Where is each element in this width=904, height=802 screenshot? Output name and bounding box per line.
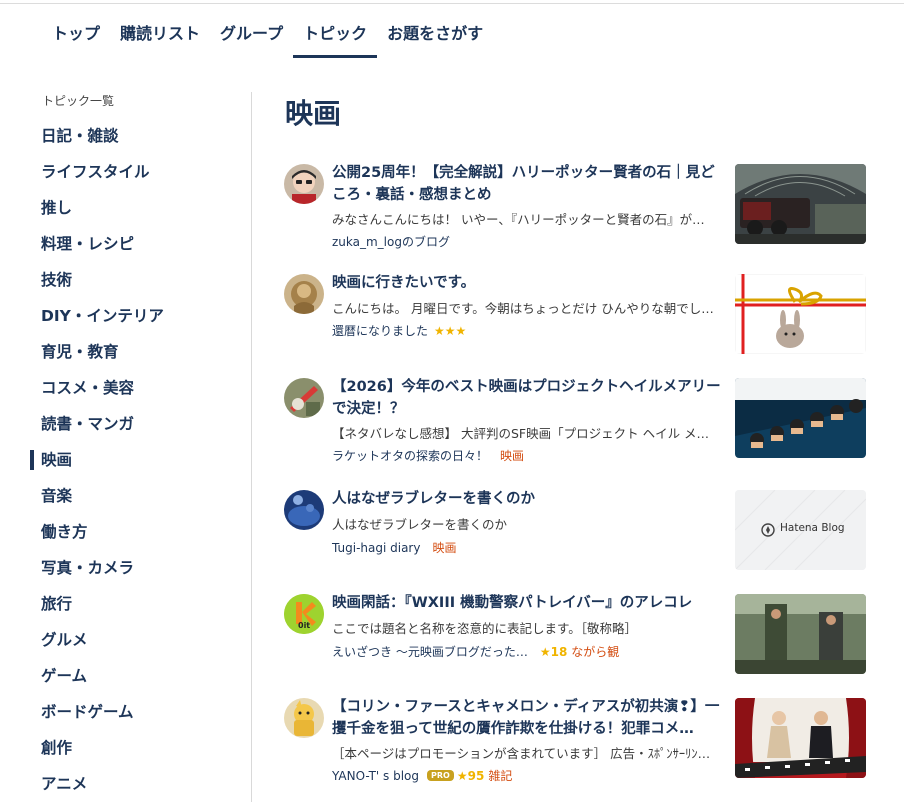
blog-name[interactable]: Tugi-hagi diary	[332, 541, 420, 555]
sidebar-item-beauty[interactable]: コスメ・美容	[30, 370, 230, 406]
avatar[interactable]	[284, 698, 324, 738]
article-title[interactable]: 【2026】今年のベスト映画はプロジェクトヘイルメアリーで決定！？	[332, 376, 728, 420]
article-title[interactable]: 人はなぜラブレターを書くのか	[332, 488, 728, 510]
article-item: 公開25周年！【完全解説】ハリーポッター賢者の石｜見どころ・裏話・感想まとめ み…	[284, 162, 866, 249]
sidebar-item-boardgames[interactable]: ボードゲーム	[30, 694, 230, 730]
article-item: 【2026】今年のベスト映画はプロジェクトヘイルメアリーで決定！？ 【ネタバレな…	[284, 376, 866, 463]
column-divider	[251, 92, 252, 802]
noshi-rabbit-image	[735, 274, 866, 354]
article-item: 【コリン・ファースとキャメロン・ディアスが初共演❢】一攫千金を狙って世紀の贋作詐…	[284, 696, 866, 783]
sidebar-item-games[interactable]: ゲーム	[30, 658, 230, 694]
article-item: 0it 映画閑話：『WXIII 機動警察パトレイバー』のアレコレ ここでは題名と…	[284, 594, 866, 676]
sidebar-item-work[interactable]: 働き方	[30, 514, 230, 550]
top-nav: トップ 購読リスト グループ トピック お題をさがす	[42, 14, 493, 60]
sidebar-item-books[interactable]: 読書・マンガ	[30, 406, 230, 442]
sidebar-item-cooking[interactable]: 料理・レシピ	[30, 226, 230, 262]
pro-badge: PRO	[427, 770, 454, 781]
tab-groups[interactable]: グループ	[210, 14, 293, 60]
train-station-image	[735, 164, 866, 244]
topic-list: 日記・雑談 ライフスタイル 推し 料理・レシピ 技術 DIY・インテリア 育児・…	[30, 118, 230, 802]
article-meta: ラケットオタの探索の日々！ 映画	[332, 447, 732, 464]
avatar-image	[284, 274, 324, 314]
article-title[interactable]: 映画閑話：『WXIII 機動警察パトレイバー』のアレコレ	[332, 592, 728, 614]
avatar-image	[284, 378, 324, 418]
tab-subscriptions[interactable]: 購読リスト	[110, 14, 210, 60]
sidebar-item-lifestyle[interactable]: ライフスタイル	[30, 154, 230, 190]
article-title[interactable]: 映画に行きたいです。	[332, 272, 728, 294]
movie-poster-image	[735, 698, 866, 778]
topic-sidebar: トピック一覧 日記・雑談 ライフスタイル 推し 料理・レシピ 技術 DIY・イン…	[30, 92, 230, 802]
sidebar-item-photo[interactable]: 写真・カメラ	[30, 550, 230, 586]
category-link[interactable]: 映画	[432, 539, 456, 556]
avatar[interactable]	[284, 490, 324, 530]
avatar[interactable]	[284, 164, 324, 204]
article-meta: zuka_m_logのブログ	[332, 233, 732, 250]
star-icon: ★★★	[434, 323, 467, 338]
film-still-image	[735, 594, 866, 674]
article-excerpt: みなさんこんにちは！ いやー、『ハリーポッターと賢者の石』が…	[332, 212, 705, 227]
avatar-image	[284, 164, 324, 204]
article-excerpt: ここでは題名と名称を恣意的に表記します。［敬称略］	[332, 621, 638, 636]
tab-find-themes[interactable]: お題をさがす	[377, 14, 493, 60]
article-excerpt: こんにちは。 月曜日です。今朝はちょっとだけ ひんやりな朝でし…	[332, 301, 714, 316]
article-excerpt: 【ネタバレなし感想】 大評判のSF映画「プロジェクト ヘイル メ…	[332, 426, 710, 441]
avatar[interactable]	[284, 378, 324, 418]
article-meta: Tugi-hagi diary 映画	[332, 539, 732, 556]
top-border	[0, 3, 904, 4]
avatar[interactable]	[284, 274, 324, 314]
article-meta: 還暦になりました ★★★	[332, 322, 732, 339]
sidebar-item-diary[interactable]: 日記・雑談	[30, 118, 230, 154]
sidebar-item-diy[interactable]: DIY・インテリア	[30, 298, 230, 334]
article-thumbnail[interactable]	[735, 274, 866, 354]
article-title[interactable]: 【コリン・ファースとキャメロン・ディアスが初共演❢】一攫千金を狙って世紀の贋作詐…	[332, 696, 728, 740]
article-item: 人はなぜラブレターを書くのか 人はなぜラブレターを書くのか Tugi-hagi …	[284, 490, 866, 572]
star-icon: ★	[539, 644, 551, 659]
article-thumbnail[interactable]	[735, 378, 866, 458]
category-link[interactable]: ながら観	[571, 643, 619, 660]
sidebar-item-creative[interactable]: 創作	[30, 730, 230, 766]
sidebar-item-music[interactable]: 音楽	[30, 478, 230, 514]
tab-topics[interactable]: トピック	[293, 14, 378, 60]
blog-name[interactable]: YANO-T' s blog	[332, 769, 419, 783]
sidebar-item-travel[interactable]: 旅行	[30, 586, 230, 622]
sidebar-item-gourmet[interactable]: グルメ	[30, 622, 230, 658]
article-thumbnail[interactable]: Hatena Blog	[735, 490, 866, 570]
sidebar-item-movies[interactable]: 映画	[30, 442, 230, 478]
article-excerpt: ［本ページはプロモーションが含まれています］ 広告・ｽﾎﾟﾝｻｰﾘﾝ…	[332, 746, 711, 761]
article-meta: えいざつき ～元映画ブログだった… ★ 18 ながら観	[332, 643, 732, 660]
blog-name[interactable]: えいざつき ～元映画ブログだった…	[332, 643, 528, 660]
article-thumbnail[interactable]	[735, 698, 866, 778]
article-excerpt: 人はなぜラブレターを書くのか	[332, 517, 508, 532]
article-thumbnail[interactable]	[735, 164, 866, 244]
star-count: 95	[467, 768, 485, 783]
sidebar-item-parenting[interactable]: 育児・教育	[30, 334, 230, 370]
tab-top[interactable]: トップ	[42, 14, 110, 60]
article-title[interactable]: 公開25周年！【完全解説】ハリーポッター賢者の石｜見どころ・裏話・感想まとめ	[332, 162, 728, 206]
star-icon: ★	[456, 768, 468, 783]
sidebar-item-tech[interactable]: 技術	[30, 262, 230, 298]
avatar[interactable]: 0it	[284, 594, 324, 634]
article-thumbnail[interactable]	[735, 594, 866, 674]
blog-name[interactable]: zuka_m_logのブログ	[332, 233, 450, 250]
theater-audience-image	[735, 378, 866, 458]
category-link[interactable]: 雑記	[488, 767, 512, 784]
avatar-image	[284, 490, 324, 530]
article-item: 映画に行きたいです。 こんにちは。 月曜日です。今朝はちょっとだけ ひんやりな朝…	[284, 274, 866, 356]
page-title: 映画	[285, 97, 342, 130]
blog-name[interactable]: 還暦になりました	[332, 322, 428, 339]
sidebar-item-oshi[interactable]: 推し	[30, 190, 230, 226]
article-meta: YANO-T' s blog PRO ★ 95 雑記	[332, 767, 732, 784]
avatar-image	[284, 698, 324, 738]
category-link[interactable]: 映画	[500, 447, 524, 464]
hatena-blog-logo-text: Hatena Blog	[780, 522, 845, 534]
star-count: 18	[550, 644, 568, 659]
sidebar-heading: トピック一覧	[42, 94, 115, 108]
avatar-label: 0it	[298, 621, 311, 630]
sidebar-item-anime[interactable]: アニメ	[30, 766, 230, 802]
blog-name[interactable]: ラケットオタの探索の日々！	[332, 447, 488, 464]
